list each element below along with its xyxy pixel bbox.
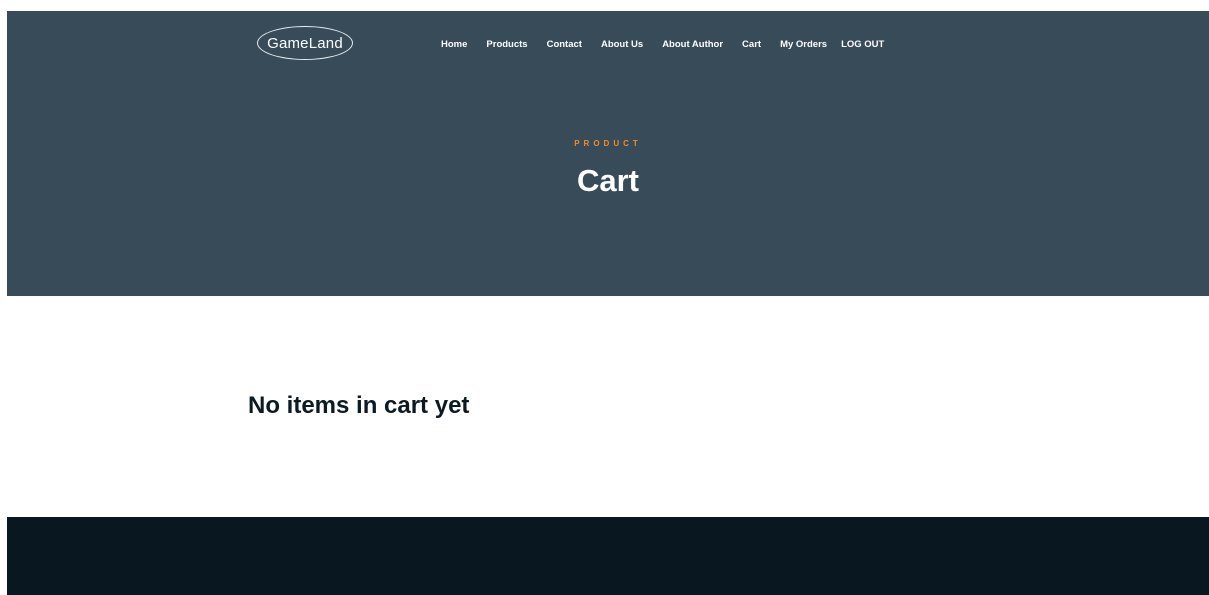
hero-eyebrow: PRODUCT [574,139,642,148]
nav-item-about-author[interactable]: About Author [662,39,723,50]
empty-cart-message: No items in cart yet [248,392,470,419]
hero-header: GameLand Home Products Contact About Us … [7,11,1209,296]
nav-item-log-out[interactable]: LOG OUT [841,39,884,50]
nav-menu: Home Products Contact About Us About Aut… [441,37,884,51]
nav-item-home[interactable]: Home [441,39,467,50]
gameland-logo[interactable]: GameLand [257,26,353,60]
page-title: Cart [576,163,639,198]
cart-content: No items in cart yet [7,296,1209,517]
nav-item-products[interactable]: Products [486,39,527,50]
nav-item-my-orders[interactable]: My Orders [780,39,827,50]
nav-item-contact[interactable]: Contact [547,39,582,50]
page-frame: GameLand Home Products Contact About Us … [7,11,1209,595]
site-footer [7,517,1209,595]
nav-item-about-us[interactable]: About Us [601,39,643,50]
top-nav: GameLand Home Products Contact About Us … [7,11,1209,77]
nav-item-cart[interactable]: Cart [742,39,761,50]
